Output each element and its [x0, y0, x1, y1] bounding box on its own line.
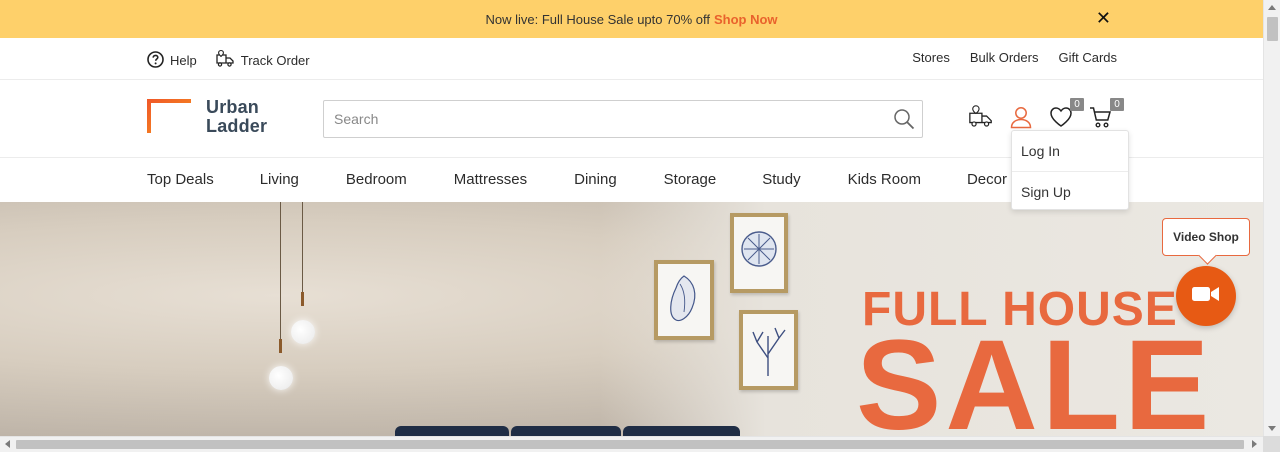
horizontal-scroll-thumb[interactable]: [16, 440, 1244, 449]
search-icon[interactable]: [892, 107, 916, 136]
wishlist-icon[interactable]: 0: [1048, 98, 1084, 130]
scroll-down-arrow-icon[interactable]: [1268, 426, 1276, 431]
pendant-bulb-right: [291, 320, 315, 344]
pendant-cap-right: [301, 292, 304, 306]
account-dropdown: Log In Sign Up: [1011, 130, 1129, 210]
nav-item-bedroom[interactable]: Bedroom: [346, 171, 407, 188]
track-order-label: Track Order: [240, 53, 310, 68]
cart-icon[interactable]: 0: [1088, 98, 1124, 130]
video-camera-icon: [1191, 284, 1221, 309]
logo-mark-icon: [147, 99, 194, 135]
nav-item-living[interactable]: Living: [260, 171, 299, 188]
horizontal-scrollbar[interactable]: [0, 436, 1263, 452]
stores-link[interactable]: Stores: [912, 50, 950, 65]
sofa-cushion-1: [395, 426, 509, 436]
pendant-bulb-left: [269, 366, 293, 390]
nav-item-study[interactable]: Study: [762, 171, 800, 188]
sofa-cushion-2: [511, 426, 621, 436]
track-order-link[interactable]: Track Order: [215, 49, 310, 72]
pendant-wire-right: [302, 202, 303, 294]
search-input[interactable]: [324, 101, 884, 137]
video-shop-button[interactable]: [1176, 266, 1236, 326]
help-link[interactable]: Help: [147, 49, 197, 72]
nav-item-decor[interactable]: Decor: [967, 171, 1007, 188]
scroll-left-arrow-icon[interactable]: [5, 440, 10, 448]
bulk-orders-link[interactable]: Bulk Orders: [970, 50, 1039, 65]
wall-art-sand-dollar: [730, 213, 788, 293]
logo-text-urban: Urban: [206, 97, 260, 117]
scrollbar-corner: [1263, 436, 1280, 452]
hero-banner[interactable]: FULL HOUSE SALE: [0, 202, 1263, 436]
nav-item-storage[interactable]: Storage: [664, 171, 717, 188]
announcement-text: Now live: Full House Sale upto 70% off: [485, 11, 710, 27]
pendant-wire-left: [280, 202, 281, 344]
sofa-cushion-3: [623, 426, 740, 436]
gift-cards-link[interactable]: Gift Cards: [1058, 50, 1117, 65]
nav-item-dining[interactable]: Dining: [574, 171, 617, 188]
cart-count-badge: 0: [1110, 98, 1124, 111]
scroll-right-arrow-icon[interactable]: [1252, 440, 1257, 448]
wishlist-count-badge: 0: [1070, 98, 1084, 111]
close-icon[interactable]: ✕: [1096, 9, 1111, 27]
nav-item-mattresses[interactable]: Mattresses: [454, 171, 527, 188]
logo-text-ladder: Ladder: [206, 116, 268, 136]
nav-item-kids-room[interactable]: Kids Room: [848, 171, 921, 188]
announcement-bar: Now live: Full House Sale upto 70% off S…: [0, 0, 1263, 38]
login-option[interactable]: Log In: [1012, 131, 1128, 171]
wall-art-coral: [739, 310, 798, 390]
nav-item-top-deals[interactable]: Top Deals: [147, 171, 214, 188]
search-box: [323, 100, 923, 138]
pendant-cap-left: [279, 339, 282, 353]
help-icon: [147, 50, 164, 71]
help-label: Help: [170, 53, 197, 68]
vertical-scroll-thumb[interactable]: [1267, 17, 1278, 41]
truck-icon: [215, 49, 235, 72]
hero-headline-big: SALE: [856, 314, 1214, 437]
vertical-scrollbar[interactable]: [1263, 0, 1280, 452]
signup-option[interactable]: Sign Up: [1012, 171, 1128, 211]
utility-bar: Help Track Order Stores Bulk Orders Gift…: [0, 38, 1263, 80]
wall-art-seashell: [654, 260, 714, 340]
shop-now-link[interactable]: Shop Now: [714, 12, 778, 27]
user-profile-icon[interactable]: [1008, 104, 1034, 130]
scroll-up-arrow-icon[interactable]: [1268, 5, 1276, 10]
urban-ladder-logo[interactable]: Urban Ladder: [147, 98, 267, 136]
track-delivery-icon[interactable]: [968, 104, 994, 130]
video-shop-tooltip[interactable]: Video Shop: [1162, 218, 1250, 256]
